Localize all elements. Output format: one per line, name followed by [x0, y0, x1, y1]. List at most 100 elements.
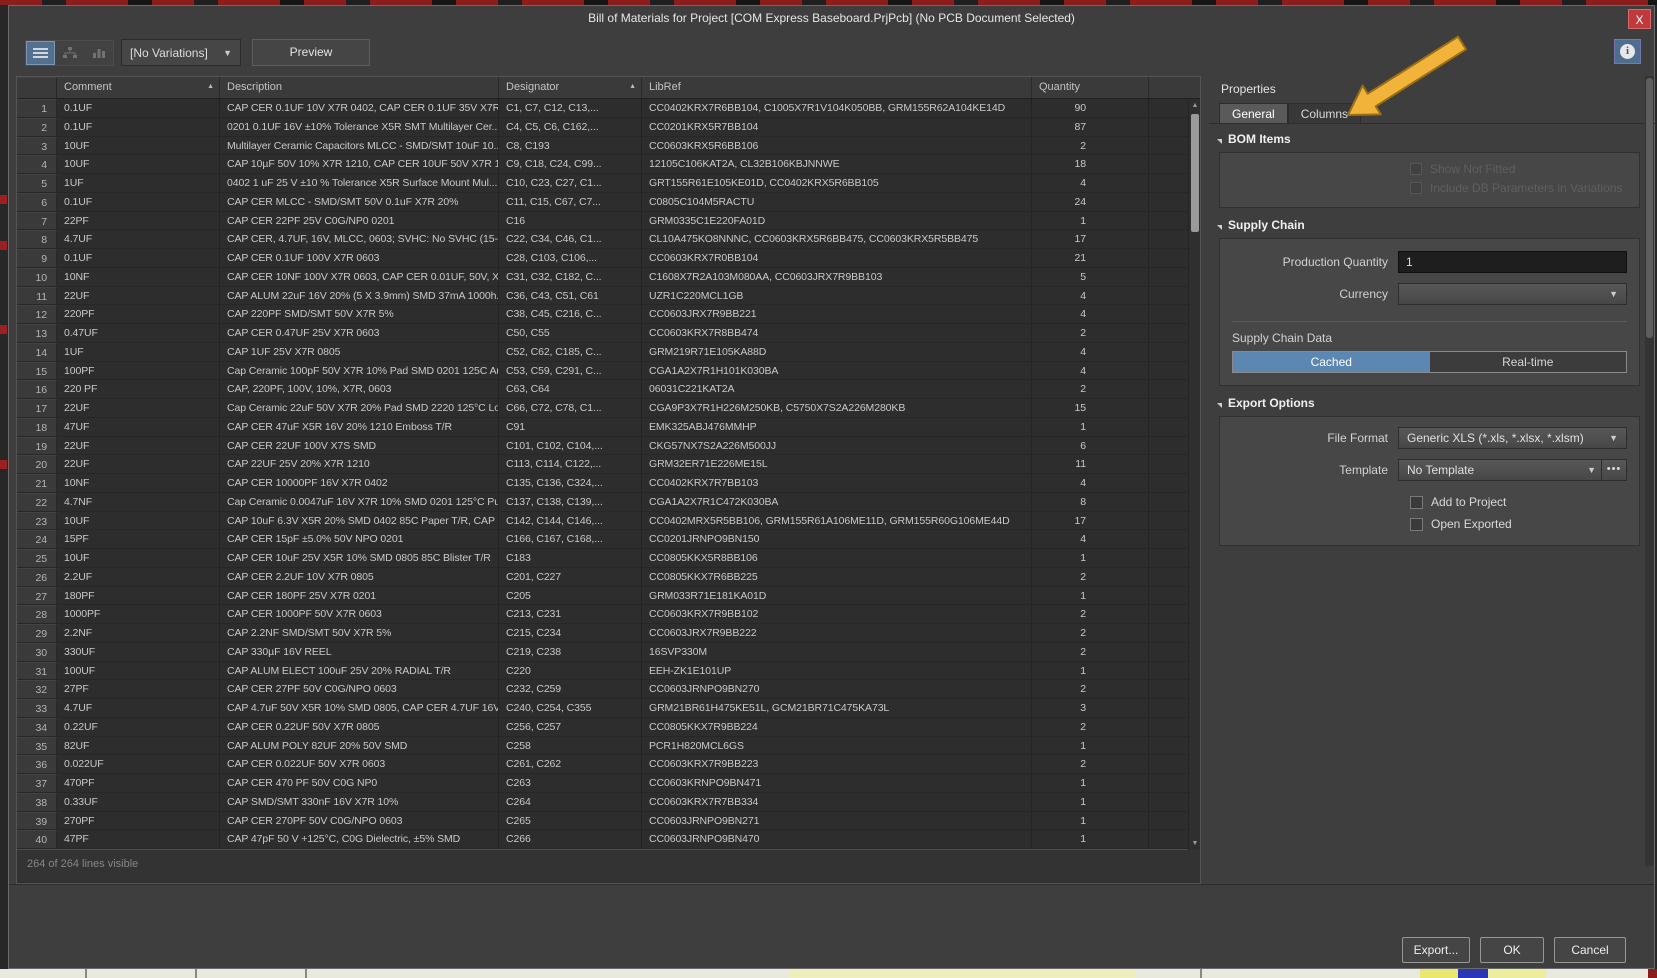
chart-view-button[interactable]	[84, 41, 113, 65]
dialog-titlebar[interactable]: Bill of Materials for Project [COM Expre…	[9, 6, 1654, 32]
production-quantity-input[interactable]	[1398, 251, 1627, 273]
variations-dropdown[interactable]: [No Variations] ▼	[121, 39, 241, 66]
table-row[interactable]: 6 0.1UF CAP CER MLCC - SMD/SMT 50V 0.1uF…	[17, 193, 1200, 212]
table-row[interactable]: 3 10UF Multilayer Ceramic Capacitors MLC…	[17, 137, 1200, 156]
variations-value: [No Variations]	[130, 46, 208, 60]
properties-title: Properties	[1221, 82, 1276, 96]
table-row[interactable]: 10 10NF CAP CER 10NF 100V X7R 0603, CAP …	[17, 268, 1200, 287]
currency-dropdown[interactable]: ▼	[1398, 283, 1627, 305]
table-row[interactable]: 19 22UF CAP CER 22UF 100V X7S SMD C101, …	[17, 437, 1200, 456]
open-exported-row[interactable]: Open Exported	[1410, 517, 1512, 531]
cell-designator: C264	[499, 793, 642, 811]
table-row[interactable]: 15 100PF Cap Ceramic 100pF 50V X7R 10% P…	[17, 362, 1200, 381]
template-dropdown[interactable]: No Template ▼	[1398, 459, 1605, 481]
table-row[interactable]: 34 0.22UF CAP CER 0.22UF 50V X7R 0805 C2…	[17, 718, 1200, 737]
table-row[interactable]: 9 0.1UF CAP CER 0.1UF 100V X7R 0603 C28,…	[17, 249, 1200, 268]
table-row[interactable]: 25 10UF CAP CER 10uF 25V X5R 10% SMD 080…	[17, 549, 1200, 568]
supply-chain-data-label: Supply Chain Data	[1232, 331, 1332, 345]
row-number: 5	[17, 174, 57, 192]
supply-chain-heading[interactable]: Supply Chain	[1217, 218, 1305, 232]
cell-description: CAP CER 10NF 100V X7R 0603, CAP CER 0.01…	[220, 268, 499, 286]
export-button[interactable]: Export...	[1402, 937, 1470, 963]
file-format-label: File Format	[1220, 431, 1398, 445]
cell-libref: UZR1C220MCL1GB	[642, 287, 1032, 305]
table-row[interactable]: 26 2.2UF CAP CER 2.2UF 10V X7R 0805 C201…	[17, 568, 1200, 587]
file-format-dropdown[interactable]: Generic XLS (*.xls, *.xlsx, *.xlsm) ▼	[1398, 427, 1627, 449]
table-row[interactable]: 4 10UF CAP 10µF 50V 10% X7R 1210, CAP CE…	[17, 155, 1200, 174]
table-row[interactable]: 27 180PF CAP CER 180PF 25V X7R 0201 C205…	[17, 587, 1200, 606]
table-row[interactable]: 23 10UF CAP 10uF 6.3V X5R 20% SMD 0402 8…	[17, 512, 1200, 531]
table-row[interactable]: 17 22UF Cap Ceramic 22uF 50V X7R 20% Pad…	[17, 399, 1200, 418]
add-to-project-row[interactable]: Add to Project	[1410, 495, 1506, 509]
cached-option[interactable]: Cached	[1233, 352, 1430, 372]
table-row[interactable]: 14 1UF CAP 1UF 25V X7R 0805 C52, C62, C1…	[17, 343, 1200, 362]
scrollbar-thumb[interactable]	[1191, 114, 1199, 232]
table-row[interactable]: 33 4.7UF CAP 4.7uF 50V X5R 10% SMD 0805,…	[17, 699, 1200, 718]
scroll-up-icon[interactable]: ▲	[1189, 100, 1201, 112]
list-view-icon	[33, 48, 48, 59]
cell-libref: C0805C104M5RACTU	[642, 193, 1032, 211]
table-row[interactable]: 28 1000PF CAP CER 1000PF 50V X7R 0603 C2…	[17, 605, 1200, 624]
info-button[interactable]: i	[1614, 39, 1641, 64]
table-row[interactable]: 40 47PF CAP 47pF 50 V +125°C, C0G Dielec…	[17, 830, 1200, 849]
list-view-button[interactable]	[26, 41, 55, 65]
export-options-heading[interactable]: Export Options	[1217, 396, 1315, 410]
cell-libref: CC0201JRNPO9BN150	[642, 530, 1032, 548]
tab-general[interactable]: General	[1219, 103, 1288, 123]
row-number: 17	[17, 399, 57, 417]
table-row[interactable]: 5 1UF 0402 1 uF 25 V ±10 % Tolerance X5R…	[17, 174, 1200, 193]
panel-scrollbar[interactable]	[1645, 76, 1654, 866]
header-quantity[interactable]: Quantity	[1032, 77, 1149, 98]
table-row[interactable]: 12 220PF CAP 220PF SMD/SMT 50V X7R 5% C3…	[17, 305, 1200, 324]
table-row[interactable]: 38 0.33UF CAP SMD/SMT 330nF 16V X7R 10% …	[17, 793, 1200, 812]
table-scrollbar[interactable]: ▲ ▼	[1188, 100, 1200, 850]
open-exported-checkbox[interactable]	[1410, 518, 1423, 531]
header-description[interactable]: Description	[220, 77, 499, 98]
variant-tree-button[interactable]	[55, 41, 84, 65]
table-row[interactable]: 11 22UF CAP ALUM 22uF 16V 20% (5 X 3.9mm…	[17, 287, 1200, 306]
add-to-project-checkbox[interactable]	[1410, 496, 1423, 509]
table-row[interactable]: 2 0.1UF 0201 0.1UF 16V ±10% Tolerance X5…	[17, 118, 1200, 137]
cell-quantity: 1	[1032, 418, 1149, 436]
table-row[interactable]: 22 4.7NF Cap Ceramic 0.0047uF 16V X7R 10…	[17, 493, 1200, 512]
close-button[interactable]: X	[1628, 9, 1651, 29]
table-row[interactable]: 21 10NF CAP CER 10000PF 16V X7R 0402 C13…	[17, 474, 1200, 493]
table-row[interactable]: 32 27PF CAP CER 27PF 50V C0G/NPO 0603 C2…	[17, 680, 1200, 699]
table-row[interactable]: 7 22PF CAP CER 22PF 25V C0G/NP0 0201 C16…	[17, 212, 1200, 231]
preview-button[interactable]: Preview	[252, 39, 370, 66]
table-row[interactable]: 1 0.1UF CAP CER 0.1UF 10V X7R 0402, CAP …	[17, 99, 1200, 118]
template-browse-button[interactable]: •••	[1601, 459, 1627, 481]
template-label: Template	[1220, 463, 1398, 477]
table-row[interactable]: 13 0.47UF CAP CER 0.47UF 25V X7R 0603 C5…	[17, 324, 1200, 343]
table-row[interactable]: 39 270PF CAP CER 270PF 50V C0G/NPO 0603 …	[17, 812, 1200, 831]
row-number: 34	[17, 718, 57, 736]
row-number: 3	[17, 137, 57, 155]
cell-quantity: 4	[1032, 343, 1149, 361]
header-libref[interactable]: LibRef	[642, 77, 1032, 98]
ok-button[interactable]: OK	[1480, 937, 1544, 963]
table-row[interactable]: 31 100UF CAP ALUM ELECT 100uF 25V 20% RA…	[17, 662, 1200, 681]
cell-libref: CGA1A2X7R1C472K030BA	[642, 493, 1032, 511]
scroll-down-icon[interactable]: ▼	[1189, 838, 1201, 850]
table-row[interactable]: 37 470PF CAP CER 470 PF 50V C0G NP0 C263…	[17, 774, 1200, 793]
table-row[interactable]: 8 4.7UF CAP CER, 4.7UF, 16V, MLCC, 0603;…	[17, 230, 1200, 249]
cell-quantity: 2	[1032, 137, 1149, 155]
table-row[interactable]: 29 2.2NF CAP 2.2NF SMD/SMT 50V X7R 5% C2…	[17, 624, 1200, 643]
cell-description: CAP 10uF 6.3V X5R 20% SMD 0402 85C Paper…	[220, 512, 499, 530]
cell-libref: CC0603KRNPO9BN471	[642, 774, 1032, 792]
cell-description: CAP, 220PF, 100V, 10%, X7R, 0603	[220, 380, 499, 398]
table-row[interactable]: 24 15PF CAP CER 15pF ±5.0% 50V NPO 0201 …	[17, 530, 1200, 549]
table-row[interactable]: 35 82UF CAP ALUM POLY 82UF 20% 50V SMD C…	[17, 737, 1200, 756]
panel-scrollbar-thumb[interactable]	[1646, 78, 1653, 338]
table-row[interactable]: 16 220 PF CAP, 220PF, 100V, 10%, X7R, 06…	[17, 380, 1200, 399]
table-row[interactable]: 20 22UF CAP 22UF 25V 20% X7R 1210 C113, …	[17, 455, 1200, 474]
table-row[interactable]: 18 47UF CAP CER 47uF X5R 16V 20% 1210 Em…	[17, 418, 1200, 437]
header-comment[interactable]: Comment ▲	[57, 77, 220, 98]
bom-items-heading[interactable]: BOM Items	[1217, 132, 1291, 146]
realtime-option[interactable]: Real-time	[1430, 352, 1627, 372]
table-row[interactable]: 36 0.022UF CAP CER 0.022UF 50V X7R 0603 …	[17, 755, 1200, 774]
table-row[interactable]: 30 330UF CAP 330µF 16V REEL C219, C238 1…	[17, 643, 1200, 662]
row-number: 25	[17, 549, 57, 567]
cancel-button[interactable]: Cancel	[1554, 937, 1626, 963]
header-designator[interactable]: Designator ▲	[499, 77, 642, 98]
